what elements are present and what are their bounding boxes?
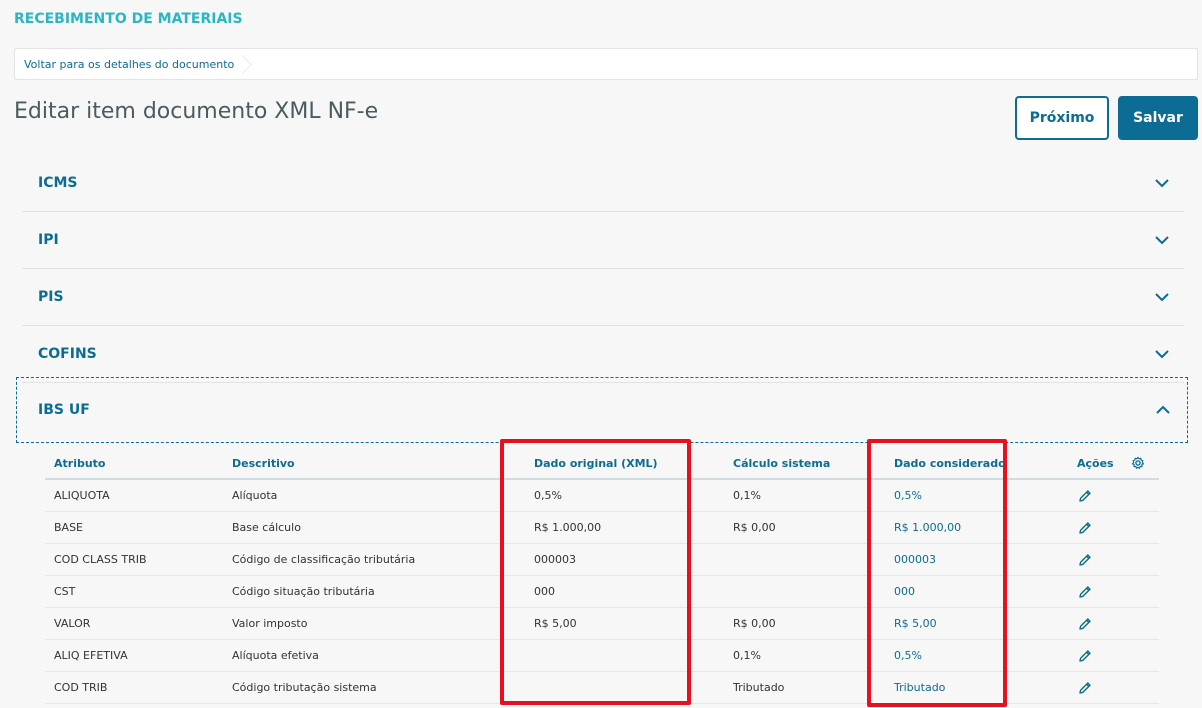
next-button[interactable]: Próximo bbox=[1015, 96, 1109, 140]
save-button[interactable]: Salvar bbox=[1118, 96, 1198, 140]
column-header-descritivo[interactable]: Descritivo bbox=[232, 457, 295, 470]
cell-calculo-sistema: 0,1% bbox=[733, 649, 761, 662]
pencil-icon bbox=[1079, 553, 1091, 566]
section-label: ICMS bbox=[38, 175, 78, 191]
cell-atributo: VALOR bbox=[54, 617, 91, 630]
highlight-original-column bbox=[500, 439, 691, 705]
pencil-icon bbox=[1079, 521, 1091, 534]
section-label: PIS bbox=[38, 289, 64, 305]
cell-descritivo: Valor imposto bbox=[232, 617, 308, 630]
edit-button[interactable] bbox=[1078, 681, 1092, 695]
chevron-up-icon bbox=[1156, 405, 1170, 414]
section-ipi[interactable]: IPI bbox=[22, 212, 1184, 269]
edit-button[interactable] bbox=[1078, 649, 1092, 663]
column-header-calculo-sistema[interactable]: Cálculo sistema bbox=[733, 457, 830, 470]
edit-button[interactable] bbox=[1078, 489, 1092, 503]
cell-descritivo: Alíquota efetiva bbox=[232, 649, 319, 662]
cell-descritivo: Base cálculo bbox=[232, 521, 301, 534]
pencil-icon bbox=[1079, 681, 1091, 694]
edit-button[interactable] bbox=[1078, 553, 1092, 567]
highlight-considered-column bbox=[867, 439, 1007, 707]
column-header-atributo[interactable]: Atributo bbox=[54, 457, 106, 470]
pencil-icon bbox=[1079, 617, 1091, 630]
cell-calculo-sistema: Tributado bbox=[733, 681, 785, 694]
section-label: IBS UF bbox=[38, 402, 90, 418]
cell-atributo: CST bbox=[54, 585, 76, 598]
section-pis[interactable]: PIS bbox=[22, 269, 1184, 326]
page-title: Editar item documento XML NF-e bbox=[14, 99, 379, 124]
cell-descritivo: Código de classificação tributária bbox=[232, 553, 416, 566]
back-to-document-link[interactable]: Voltar para os detalhes do documento bbox=[15, 49, 248, 79]
cell-atributo: COD TRIB bbox=[54, 681, 108, 694]
cell-atributo: COD CLASS TRIB bbox=[54, 553, 147, 566]
column-header-acoes: Ações bbox=[1077, 456, 1114, 470]
edit-button[interactable] bbox=[1078, 521, 1092, 535]
section-cofins[interactable]: COFINS bbox=[22, 326, 1184, 383]
section-icms[interactable]: ICMS bbox=[22, 155, 1184, 212]
cell-descritivo: Código tributação sistema bbox=[232, 681, 377, 694]
cell-calculo-sistema: R$ 0,00 bbox=[733, 617, 776, 630]
section-label: COFINS bbox=[38, 346, 97, 362]
cell-calculo-sistema: 0,1% bbox=[733, 489, 761, 502]
pencil-icon bbox=[1079, 585, 1091, 598]
cell-descritivo: Código situação tributária bbox=[232, 585, 375, 598]
cell-atributo: BASE bbox=[54, 521, 84, 534]
pencil-icon bbox=[1079, 489, 1091, 502]
gear-icon[interactable] bbox=[1131, 456, 1145, 470]
section-label: IPI bbox=[38, 232, 59, 248]
edit-button[interactable] bbox=[1078, 617, 1092, 631]
chevron-down-icon bbox=[1155, 293, 1169, 302]
chevron-down-icon bbox=[1155, 179, 1169, 188]
cell-atributo: ALIQ EFETIVA bbox=[54, 649, 128, 662]
cell-descritivo: Alíquota bbox=[232, 489, 278, 502]
cell-atributo: ALIQUOTA bbox=[54, 489, 110, 502]
chevron-down-icon bbox=[1155, 236, 1169, 245]
cell-calculo-sistema: R$ 0,00 bbox=[733, 521, 776, 534]
pencil-icon bbox=[1079, 649, 1091, 662]
app-title: RECEBIMENTO DE MATERIAIS bbox=[14, 11, 243, 27]
breadcrumb: Voltar para os detalhes do documento bbox=[14, 48, 1198, 80]
section-ibs-uf[interactable]: IBS UF bbox=[16, 377, 1188, 443]
chevron-down-icon bbox=[1155, 350, 1169, 359]
edit-button[interactable] bbox=[1078, 585, 1092, 599]
